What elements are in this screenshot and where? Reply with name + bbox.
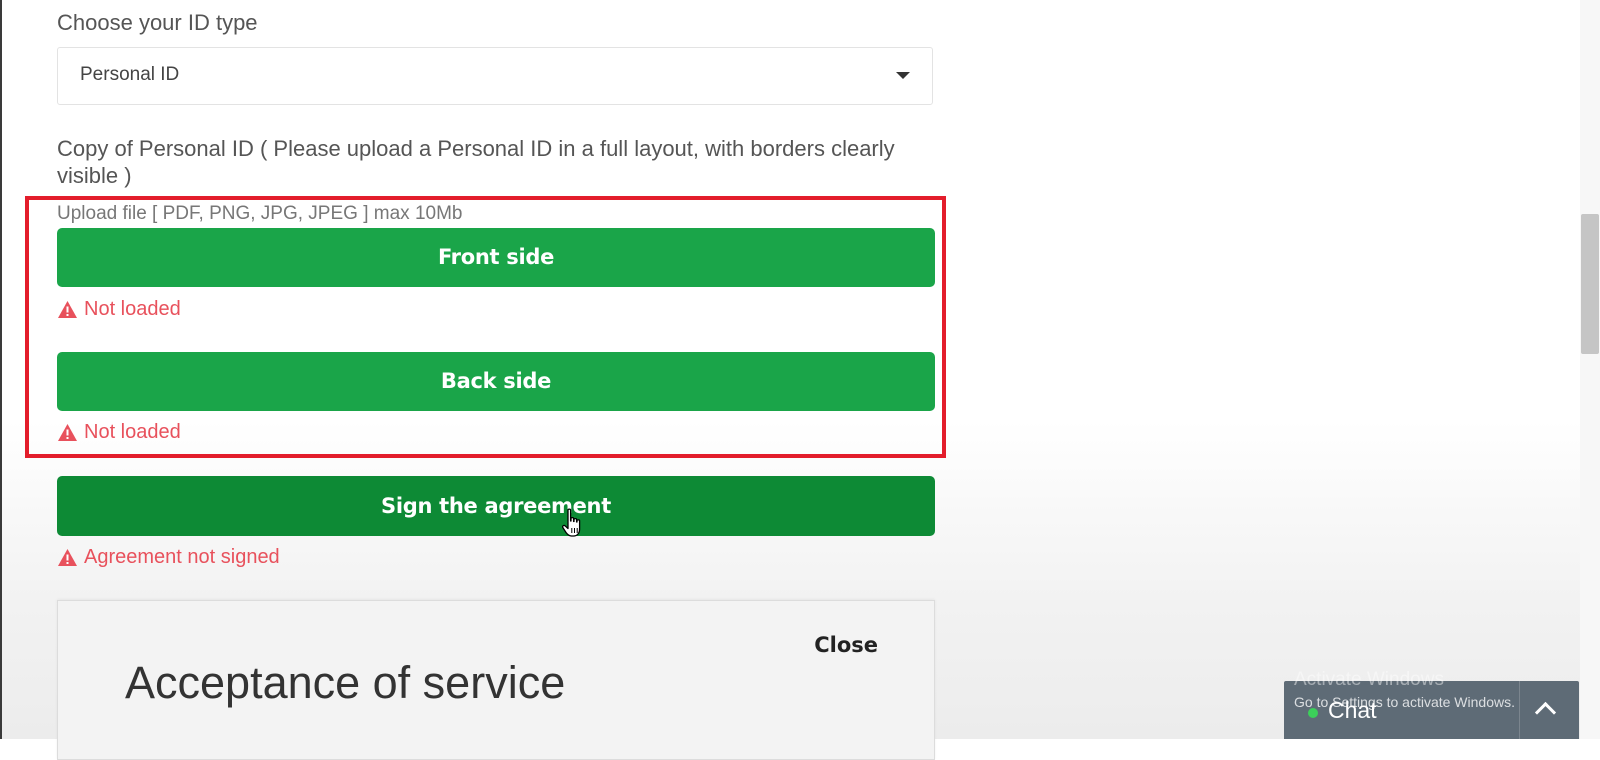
hand-pointer-cursor-icon <box>562 508 581 537</box>
front-side-status-text: Not loaded <box>84 298 181 320</box>
chat-divider <box>1519 681 1520 739</box>
agreement-status: Agreement not signed <box>57 546 280 569</box>
back-side-upload-button[interactable]: Back side <box>57 352 935 411</box>
chevron-up-icon[interactable] <box>1534 701 1557 724</box>
sign-agreement-button[interactable]: Sign the agreement <box>57 476 935 536</box>
scrollbar-thumb[interactable] <box>1581 214 1599 354</box>
id-type-label: Choose your ID type <box>57 10 258 35</box>
id-type-selected-value: Personal ID <box>80 64 180 85</box>
window-left-edge <box>0 0 2 739</box>
acceptance-of-service-panel: Close Acceptance of service <box>57 600 935 760</box>
back-side-status-text: Not loaded <box>84 421 181 443</box>
close-button[interactable]: Close <box>814 633 878 657</box>
upload-file-hint: Upload file [ PDF, PNG, JPG, JPEG ] max … <box>57 203 463 224</box>
back-side-status: Not loaded <box>57 421 181 444</box>
activate-windows-subtitle: Go to Settings to activate Windows. <box>1294 694 1515 710</box>
agreement-status-text: Agreement not signed <box>84 546 280 568</box>
warning-icon <box>58 301 77 318</box>
modal-title: Acceptance of service <box>125 657 566 708</box>
front-side-upload-button[interactable]: Front side <box>57 228 935 287</box>
copy-id-label: Copy of Personal ID ( Please upload a Pe… <box>57 136 895 188</box>
warning-icon <box>58 549 77 566</box>
front-side-status: Not loaded <box>57 298 181 321</box>
id-type-select[interactable]: Personal ID <box>57 47 933 105</box>
chat-widget[interactable]: Chat <box>1284 681 1579 739</box>
caret-down-icon <box>896 72 910 79</box>
warning-icon <box>58 424 77 441</box>
page-scrollbar[interactable] <box>1580 0 1600 739</box>
